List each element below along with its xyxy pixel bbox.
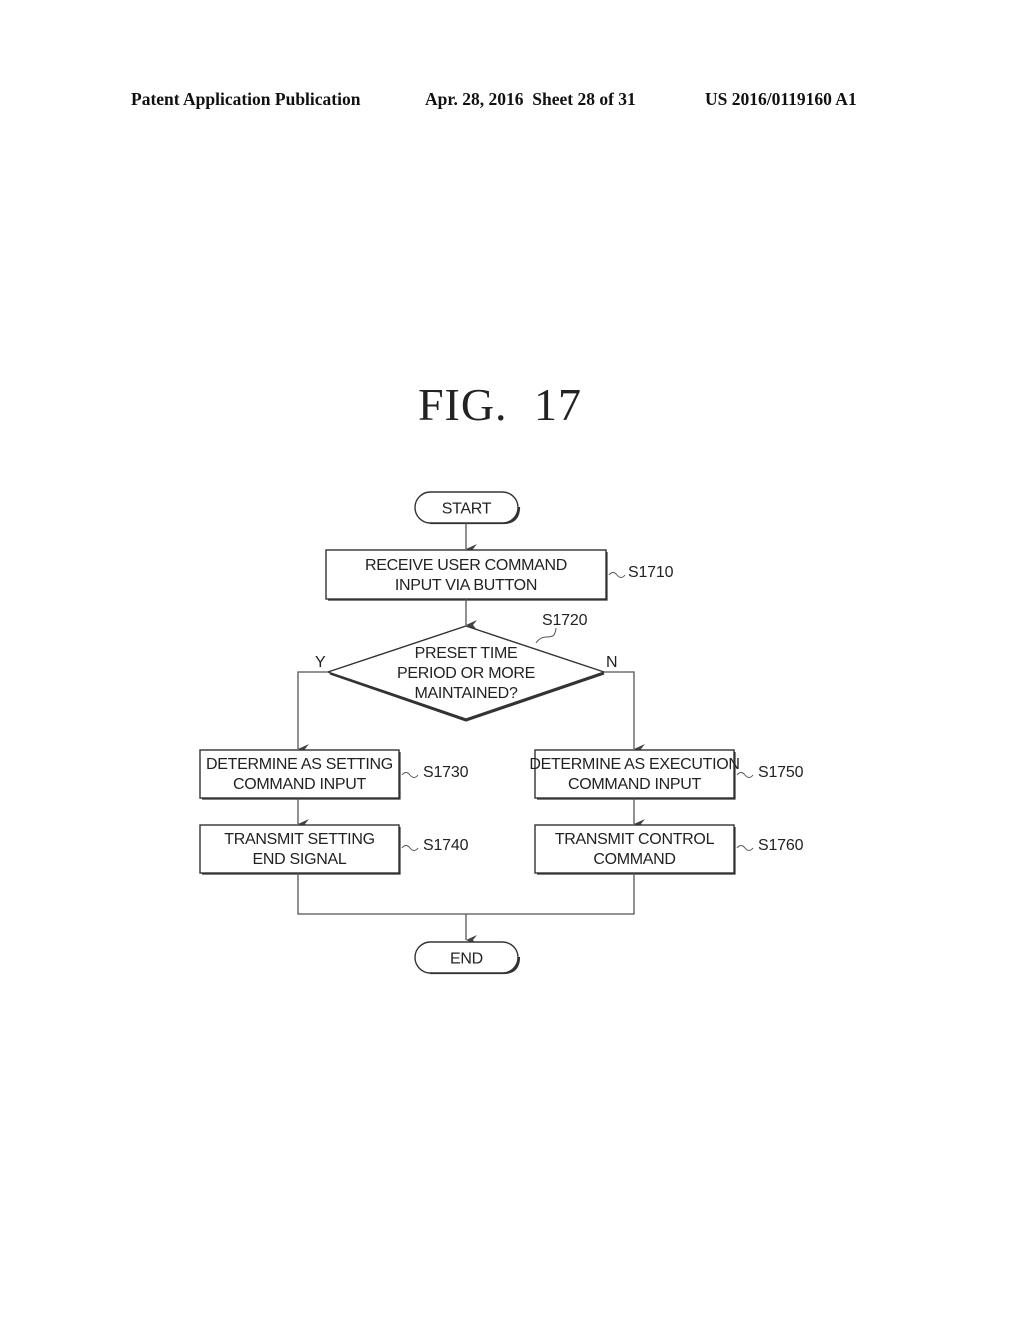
- leader-s1710: [608, 572, 626, 578]
- s1740-line-2: END SIGNAL: [253, 851, 347, 868]
- s1750-line-1: DETERMINE AS EXECUTION: [529, 756, 739, 773]
- start-terminator: START: [414, 491, 521, 525]
- s1720-line-2: PERIOD OR MORE: [397, 665, 535, 682]
- step-label-s1750: S1750: [758, 764, 804, 781]
- yes-branch-label: Y: [315, 654, 326, 671]
- process-box-s1740: TRANSMIT SETTING END SIGNAL: [199, 824, 401, 875]
- step-label-s1730: S1730: [423, 764, 469, 781]
- s1760-line-2: COMMAND: [593, 851, 675, 868]
- s1730-line-2: COMMAND INPUT: [233, 776, 367, 793]
- end-terminator: END: [414, 941, 521, 975]
- step-label-s1740: S1740: [423, 837, 469, 854]
- leader-s1750: [736, 772, 754, 778]
- s1760-line-1: TRANSMIT CONTROL: [555, 831, 715, 848]
- s1720-line-3: MAINTAINED?: [414, 685, 517, 702]
- arrow-no-to-s1750: [604, 671, 645, 754]
- flowchart: START RECEIVE USER COMMAND INPUT VIA BUT…: [199, 491, 804, 975]
- process-box-s1760: TRANSMIT CONTROL COMMAND: [534, 824, 736, 875]
- arrow-yes-to-s1730: [297, 671, 328, 754]
- process-box-s1710: RECEIVE USER COMMAND INPUT VIA BUTTON: [325, 549, 608, 601]
- step-label-s1760: S1760: [758, 837, 804, 854]
- process-box-s1730: DETERMINE AS SETTING COMMAND INPUT: [199, 749, 401, 800]
- s1710-line-2: INPUT VIA BUTTON: [395, 577, 537, 594]
- s1740-line-1: TRANSMIT SETTING: [224, 831, 374, 848]
- step-label-s1710: S1710: [628, 564, 674, 581]
- leader-s1740: [401, 845, 419, 851]
- s1750-line-2: COMMAND INPUT: [568, 776, 702, 793]
- s1720-line-1: PRESET TIME: [415, 645, 518, 662]
- no-branch-label: N: [606, 654, 617, 671]
- step-label-s1720: S1720: [542, 612, 588, 629]
- leader-s1720: [535, 627, 557, 644]
- leader-s1760: [736, 845, 754, 851]
- merge-line: [297, 873, 635, 915]
- end-label: END: [450, 951, 483, 968]
- leader-s1730: [401, 772, 419, 778]
- s1730-line-1: DETERMINE AS SETTING: [206, 756, 393, 773]
- decision-diamond-s1720: PRESET TIME PERIOD OR MORE MAINTAINED?: [325, 625, 607, 722]
- process-box-s1750: DETERMINE AS EXECUTION COMMAND INPUT: [529, 749, 740, 800]
- s1710-line-1: RECEIVE USER COMMAND: [365, 557, 567, 574]
- start-label: START: [442, 501, 492, 518]
